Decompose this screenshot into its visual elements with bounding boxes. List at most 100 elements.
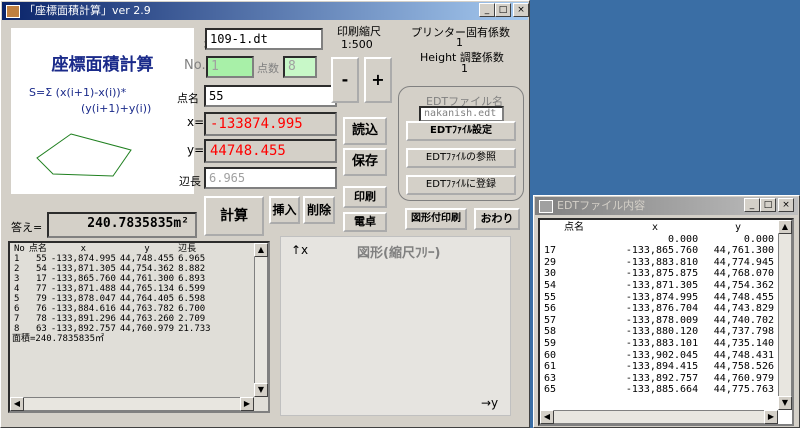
point-list-row[interactable]: 4 77 -133,871.488 44,765.134 6.599 <box>12 284 213 294</box>
edt-row[interactable]: 61 -133,894.415 44,758.526 <box>540 361 776 373</box>
edt-cell <box>540 234 610 246</box>
point-list-row[interactable]: 3 17 -133,865.760 44,761.300 6.893 <box>12 274 213 284</box>
point-list-cell: 54 <box>36 264 47 274</box>
edt-cell: 55 <box>544 291 557 303</box>
minimize-button[interactable]: _ <box>479 3 495 17</box>
edt-close-button[interactable]: × <box>778 198 794 212</box>
edt-cell: 63 <box>544 372 557 384</box>
list-vscrollbar[interactable] <box>254 243 268 397</box>
maximize-button[interactable]: □ <box>495 3 511 17</box>
edt-browse-button[interactable]: EDTﾌｧｲﾙの参照 <box>406 148 516 168</box>
load-button[interactable]: 読込 <box>343 117 387 145</box>
edt-row[interactable]: 30 -133,875.875 44,768.070 <box>540 268 776 280</box>
edt-row[interactable]: 54 -133,871.305 44,754.362 <box>540 280 776 292</box>
edt-cell: -133,878.009 <box>625 314 699 326</box>
logo-polygon-icon <box>36 133 132 177</box>
list-scroll-left-icon[interactable]: ◀ <box>10 397 24 411</box>
edt-setting-button[interactable]: EDTﾌｧｲﾙ設定 <box>406 121 516 141</box>
label-tensuu: 点数 <box>257 62 279 75</box>
point-list-row[interactable]: 1 55 -133,874.995 44,748.455 6.965 <box>12 254 213 264</box>
minus-button[interactable]: - <box>331 57 359 103</box>
edt-vscrollbar[interactable] <box>778 220 792 410</box>
edt-scroll-up-icon[interactable]: ▲ <box>778 220 792 234</box>
point-list-row[interactable]: 2 54 -133,871.305 44,754.362 8.882 <box>12 264 213 274</box>
exit-button[interactable]: おわり <box>474 208 520 230</box>
edt-cell: 44,735.140 <box>713 337 774 349</box>
henchou-field[interactable]: 6.965 <box>204 167 337 189</box>
list-scroll-up-icon[interactable]: ▲ <box>254 243 268 257</box>
edt-minimize-button[interactable]: _ <box>744 198 760 212</box>
point-list[interactable]: No 点名 x y 辺長 1 55 -133,874.995 44,748.455 6.… <box>8 241 270 413</box>
edt-hscrollbar[interactable] <box>540 410 778 424</box>
col-header-no: No <box>14 244 25 254</box>
list-scroll-down-icon[interactable]: ▼ <box>254 383 268 397</box>
list-hscrollbar[interactable] <box>10 397 254 411</box>
print-button[interactable]: 印刷 <box>343 186 387 208</box>
edt-filename-field[interactable]: nakanish.edt <box>419 106 504 122</box>
edt-col-y: y <box>735 222 742 233</box>
edt-row[interactable]: 58 -133,880.120 44,737.798 <box>540 326 776 338</box>
calculator-button[interactable]: 電卓 <box>343 212 387 232</box>
edt-row[interactable]: 0.000 0.000 <box>540 234 776 246</box>
point-list-cell: 1 <box>14 254 20 264</box>
calculate-button[interactable]: 計算 <box>204 196 264 236</box>
edt-cell: 44,754.362 <box>713 279 774 291</box>
edt-row[interactable]: 55 -133,874.995 44,748.455 <box>540 292 776 304</box>
chiban-input[interactable]: 109-1.dt <box>205 28 323 50</box>
tensuu-input[interactable]: 8 <box>283 56 317 78</box>
edt-scroll-right-icon[interactable]: ▶ <box>764 410 778 424</box>
point-list-cell: -133,892.757 <box>50 324 116 334</box>
edt-cell: 60 <box>544 349 557 361</box>
point-list-row[interactable]: 5 79 -133,878.047 44,764.405 6.598 <box>12 294 213 304</box>
edt-row[interactable]: 17 -133,865.760 44,761.300 <box>540 245 776 257</box>
edt-register-button[interactable]: EDTﾌｧｲﾙに登録 <box>406 175 516 195</box>
point-list-cell: 44,763.260 <box>119 314 175 324</box>
main-window-title: 「座標面積計算」ver 2.9 <box>24 4 151 17</box>
main-title-bar[interactable]: 「座標面積計算」ver 2.9 <box>2 2 528 20</box>
printer-coef-value: 1 <box>456 36 463 49</box>
y-coordinate-field[interactable]: 44748.455 <box>204 139 337 163</box>
edt-row[interactable]: 63 -133,892.757 44,760.979 <box>540 373 776 385</box>
figure-print-button[interactable]: 図形付印刷 <box>405 208 467 230</box>
edt-content[interactable]: 点名 x y 0.000 0.000 17 -133,865.760 44,761.30… <box>538 218 794 426</box>
edt-cell: 44,748.455 <box>713 291 774 303</box>
edt-col-x: x <box>652 222 659 233</box>
edt-row[interactable]: 29 -133,883.810 44,774.945 <box>540 257 776 269</box>
insert-button[interactable]: 挿入 <box>269 196 300 224</box>
edt-row[interactable]: 59 -133,883.101 44,735.140 <box>540 338 776 350</box>
point-list-cell: 6.599 <box>178 284 206 294</box>
point-list-cell: 77 <box>36 284 47 294</box>
point-list-row[interactable]: 7 78 -133,891.296 44,763.260 2.709 <box>12 314 213 324</box>
plus-button[interactable]: + <box>364 57 392 103</box>
point-list-cell: 4 <box>14 284 20 294</box>
edt-scroll-left-icon[interactable]: ◀ <box>540 410 554 424</box>
no-input[interactable]: 1 <box>206 56 254 78</box>
main-window: 「座標面積計算」ver 2.9 _ □ × 座標面積計算 S=Σ (x(i+1)… <box>0 0 530 428</box>
label-no: No. <box>184 58 206 73</box>
x-coordinate-field[interactable]: -133874.995 <box>204 112 337 136</box>
tenmei-input[interactable]: 55 <box>204 85 337 107</box>
edt-scroll-down-icon[interactable]: ▼ <box>778 396 792 410</box>
edt-cell: -133,876.704 <box>625 303 699 315</box>
edt-row[interactable]: 65 -133,885.664 44,775.763 <box>540 384 776 396</box>
edt-row[interactable]: 57 -133,878.009 44,740.702 <box>540 315 776 327</box>
point-list-row[interactable]: 6 76 -133,884.616 44,763.782 6.700 <box>12 304 213 314</box>
edt-maximize-button[interactable]: □ <box>760 198 776 212</box>
edt-row[interactable]: 56 -133,876.704 44,743.829 <box>540 303 776 315</box>
edt-cell: -133,880.120 <box>625 326 699 338</box>
list-scroll-right-icon[interactable]: ▶ <box>240 397 254 411</box>
point-list-cell: 44,748.455 <box>119 254 175 264</box>
point-list-cell: -133,871.488 <box>50 284 116 294</box>
edt-cell: -133,883.101 <box>625 337 699 349</box>
close-button[interactable]: × <box>513 3 529 17</box>
edt-cell: 29 <box>544 256 557 268</box>
delete-button[interactable]: 削除 <box>303 196 335 224</box>
edt-cell: -133,871.305 <box>625 279 699 291</box>
edt-cell: 44,737.798 <box>713 326 774 338</box>
save-button[interactable]: 保存 <box>343 148 387 176</box>
point-list-cell: 78 <box>36 314 47 324</box>
point-list-row[interactable]: 8 63 -133,892.757 44,760.979 21.733 <box>12 324 213 334</box>
edt-row[interactable]: 60 -133,902.045 44,748.431 <box>540 350 776 362</box>
point-list-cell: -133,891.296 <box>50 314 116 324</box>
edt-cell: 56 <box>544 303 557 315</box>
